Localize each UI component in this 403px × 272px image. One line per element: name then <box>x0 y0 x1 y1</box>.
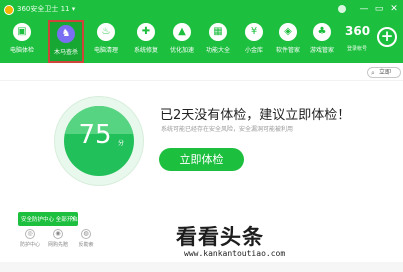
watermark-title: 看看头条 <box>176 225 264 249</box>
tool-trojan-scan[interactable]: ♞ 木马查杀 <box>48 20 84 63</box>
search-icon: ⌕ <box>371 69 375 77</box>
mini-item-protection[interactable]: ◎ 防护中心 <box>18 229 42 248</box>
security-app-window: 360安全卫士 11 ▾ — ▭ ✕ ▣ 电脑体检 ♞ 木马查杀 ♨ 电脑清理 <box>0 0 403 272</box>
tool-pc-checkup[interactable]: ▣ 电脑体检 <box>4 20 40 63</box>
tool-label: 游戏管家 <box>309 47 334 54</box>
tool-all-features[interactable]: ▦ 功能大全 <box>200 20 236 63</box>
app-logo-icon <box>4 5 14 15</box>
tool-label: 软件管家 <box>275 47 300 54</box>
login-link[interactable]: 登录帐号 <box>347 45 367 52</box>
grid-icon: ▦ <box>209 23 227 41</box>
tool-label: 电脑体检 <box>9 47 34 54</box>
divider <box>0 80 403 81</box>
tool-label: 木马查杀 <box>53 49 78 56</box>
restore-button[interactable]: ▭ <box>374 3 384 15</box>
bag-icon: ◈ <box>279 23 297 41</box>
close-icon[interactable]: × <box>70 214 76 222</box>
status-headline: 已2天没有体检，建议立即体检！ <box>160 108 351 123</box>
gamepad-icon: ♣ <box>313 23 331 41</box>
tool-pc-clean[interactable]: ♨ 电脑清理 <box>88 20 124 63</box>
app-title[interactable]: 360安全卫士 11 ▾ <box>17 4 75 14</box>
skin-icon[interactable] <box>338 5 346 13</box>
tool-label: 小金库 <box>244 47 263 54</box>
window-controls: — ▭ ✕ <box>359 3 399 15</box>
tool-speedup[interactable]: ▲ 优化加速 <box>164 20 200 63</box>
shield-icon: ✚ <box>137 23 155 41</box>
tool-game-manager[interactable]: ♣ 游戏管家 <box>304 20 340 63</box>
tool-label: 功能大全 <box>205 47 230 54</box>
broom-icon: ♨ <box>97 23 115 41</box>
brand-logo: 360 <box>345 24 371 38</box>
tool-system-repair[interactable]: ✚ 系统修复 <box>128 20 164 63</box>
coin-icon: ¥ <box>245 23 263 41</box>
close-button[interactable]: ✕ <box>389 3 399 15</box>
top-bar: 360安全卫士 11 ▾ — ▭ ✕ ▣ 电脑体检 ♞ 木马查杀 ♨ 电脑清理 <box>0 0 403 63</box>
tool-label: 优化加速 <box>169 47 194 54</box>
minimize-button[interactable]: — <box>359 3 369 15</box>
tool-vault[interactable]: ¥ 小金库 <box>236 20 272 63</box>
lock-icon: ◍ <box>81 229 91 239</box>
search-box[interactable]: ⌕ 立即 <box>367 67 401 78</box>
cart-icon: ◉ <box>53 229 63 239</box>
mini-item-label: 反勒索 <box>78 242 94 248</box>
add-button[interactable]: + <box>377 27 397 47</box>
watermark: 看看头条 www.kankantoutiao.com <box>176 221 311 265</box>
score-unit: 分 <box>118 140 125 147</box>
title-row: 360安全卫士 11 ▾ — ▭ ✕ <box>0 0 403 20</box>
tool-software-manager[interactable]: ◈ 软件管家 <box>270 20 306 63</box>
tool-label: 系统修复 <box>133 47 158 54</box>
protection-banner[interactable]: 安全防护中心 全部开启 × <box>18 212 78 226</box>
horse-icon: ♞ <box>57 25 75 43</box>
rocket-icon: ▲ <box>173 23 191 41</box>
mini-item-label: 防护中心 <box>19 242 40 248</box>
mini-item-shopping[interactable]: ◉ 网购先赔 <box>46 229 70 248</box>
check-now-button[interactable]: 立即体检 <box>159 148 244 171</box>
status-subline: 系统可能已经存在安全风险，安全漏洞可能被利用 <box>161 126 294 133</box>
shield-small-icon: ◎ <box>25 229 35 239</box>
tool-label: 电脑清理 <box>93 47 118 54</box>
search-text: 立即 <box>379 69 392 76</box>
watermark-url: www.kankantoutiao.com <box>184 249 286 258</box>
monitor-icon: ▣ <box>13 23 31 41</box>
mini-item-ransomware[interactable]: ◍ 反勒索 <box>74 229 98 248</box>
mini-item-label: 网购先赔 <box>47 242 68 248</box>
main-toolbar: ▣ 电脑体检 ♞ 木马查杀 ♨ 电脑清理 ✚ 系统修复 ▲ 优化加速 ▦ 功能大… <box>0 20 403 63</box>
health-score: 75 <box>78 120 112 150</box>
